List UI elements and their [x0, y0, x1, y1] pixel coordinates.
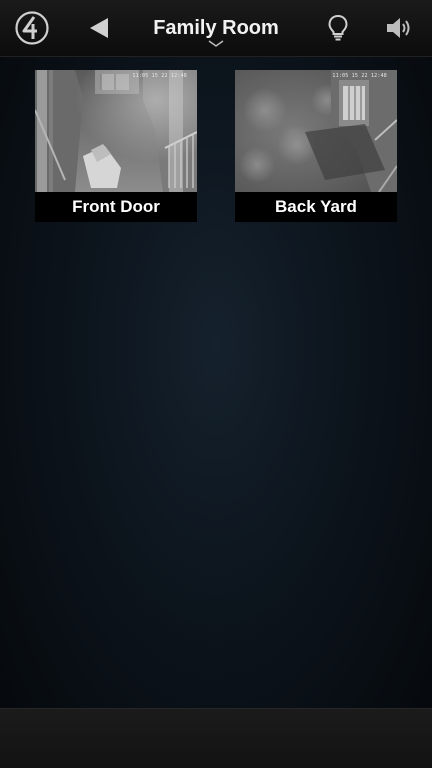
chevron-down-icon — [208, 40, 224, 47]
top-bar: Family Room — [0, 0, 432, 57]
camera-timestamp: 11:05 15 22 12:48 — [332, 73, 387, 79]
camera-feed-front-door — [35, 70, 197, 192]
camera-timestamp: 11:05 15 22 12:48 — [132, 73, 187, 79]
control4-logo-icon[interactable] — [14, 10, 50, 46]
camera-screen: Family Room 11:05 15 22 12:48 Front Door… — [0, 0, 432, 768]
back-arrow-icon[interactable] — [86, 14, 114, 42]
light-bulb-icon[interactable] — [326, 14, 350, 42]
camera-tile-back-yard[interactable]: 11:05 15 22 12:48 Back Yard — [235, 70, 397, 222]
camera-label-front-door: Front Door — [35, 192, 197, 222]
camera-tile-front-door[interactable]: 11:05 15 22 12:48 Front Door — [35, 70, 197, 222]
camera-label-back-yard: Back Yard — [235, 192, 397, 222]
room-selector[interactable]: Family Room — [130, 0, 302, 56]
page-title: Family Room — [153, 17, 279, 39]
speaker-icon[interactable] — [385, 16, 413, 40]
camera-feed-back-yard — [235, 70, 397, 192]
bottom-bar — [0, 708, 432, 768]
